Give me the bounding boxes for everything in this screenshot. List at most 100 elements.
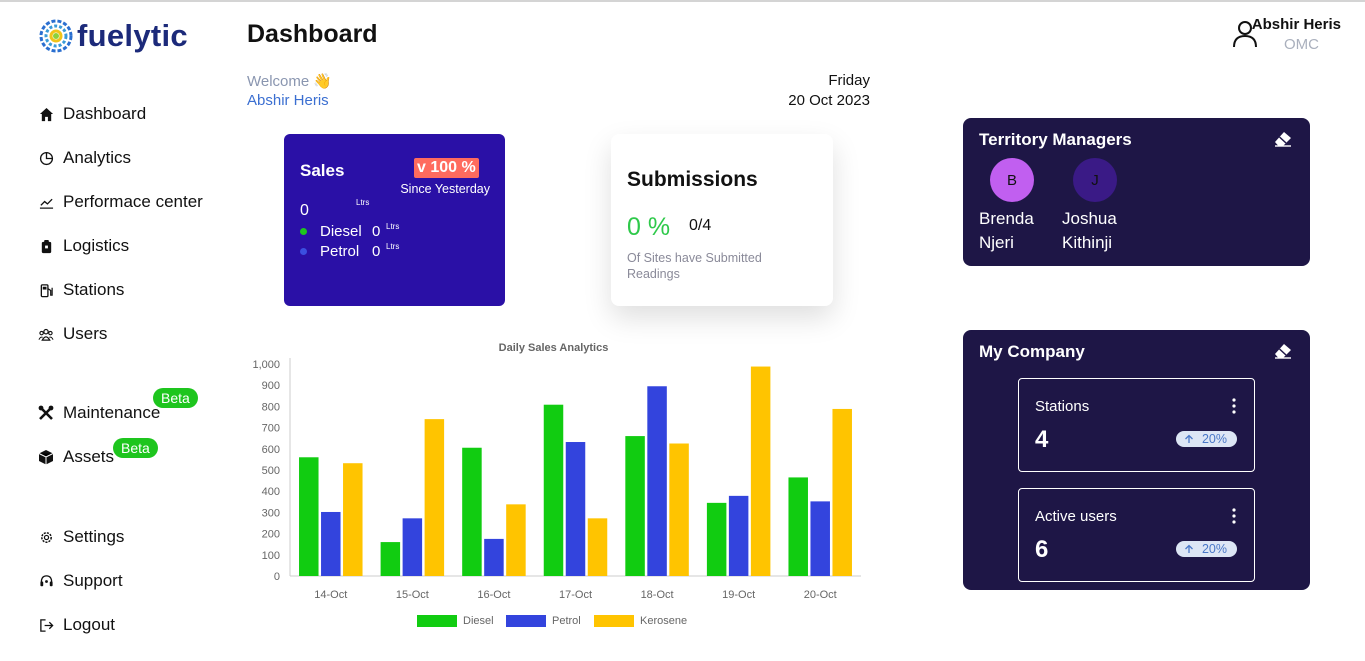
bar-petrol (810, 501, 830, 576)
stat-card-stations[interactable]: Stations 4 20% (1018, 378, 1255, 472)
sidebar-item-label: Logistics (63, 236, 130, 255)
fuel-label: Petrol (320, 243, 360, 260)
sidebar-item-support[interactable]: Support (38, 569, 123, 593)
fuel-unit: Ltrs (386, 222, 400, 231)
trend-value: 20% (1201, 542, 1227, 556)
more-vertical-icon[interactable] (1231, 397, 1237, 415)
current-date: 20 Oct 2023 (788, 92, 870, 109)
legend-swatch (506, 615, 546, 627)
bar-petrol (402, 518, 423, 576)
sidebar-item-dashboard[interactable]: Dashboard (38, 102, 146, 126)
page-title: Dashboard (247, 20, 378, 48)
trend-value: 20% (1201, 432, 1227, 446)
manager-first-name: Joshua (1062, 209, 1117, 228)
x-tick-label: 14-Oct (314, 589, 347, 601)
eraser-icon[interactable] (1274, 131, 1292, 147)
fuel-pump-icon (38, 282, 54, 298)
user-name: Abshir Heris (1251, 16, 1341, 33)
bar-kerosene (424, 419, 445, 576)
bar-kerosene (506, 504, 526, 576)
stat-value: 6 (1035, 536, 1049, 563)
headset-icon (38, 573, 54, 589)
bar-diesel (706, 502, 727, 576)
submissions-description: Of Sites have Submitted Readings (627, 251, 762, 281)
x-tick-label: 17-Oct (559, 589, 592, 601)
fuel-value: 0 (372, 243, 381, 260)
bar-diesel (788, 477, 808, 576)
manager-last-name: Njeri (979, 233, 1014, 252)
avatar: B (990, 158, 1034, 202)
sidebar-item-logistics[interactable]: Logistics (38, 234, 129, 258)
current-day: Friday (828, 72, 870, 89)
avatar: J (1073, 158, 1117, 202)
y-tick-label: 800 (262, 401, 280, 413)
sidebar-item-users[interactable]: Users (38, 322, 107, 346)
beta-badge: Beta (153, 388, 198, 408)
panel-title: My Company (979, 342, 1085, 361)
sidebar-item-logout[interactable]: Logout (38, 613, 115, 637)
sales-total-value: 0 (300, 202, 309, 219)
sidebar-item-label: Logout (63, 615, 115, 634)
pie-chart-icon (38, 150, 54, 166)
legend-label: Diesel (463, 615, 494, 627)
submissions-count: 0/4 (689, 217, 712, 234)
y-tick-label: 700 (262, 423, 280, 435)
legend-label: Kerosene (640, 615, 687, 627)
sales-row-diesel: Diesel (300, 223, 362, 240)
bar-diesel (380, 542, 401, 576)
submissions-percent: 0 % (627, 213, 671, 241)
fuel-unit: Ltrs (386, 242, 400, 251)
eraser-icon[interactable] (1274, 343, 1292, 359)
territory-manager[interactable]: B Brenda Njeri (979, 158, 1049, 255)
sidebar-item-label: Dashboard (63, 104, 147, 123)
x-tick-label: 18-Oct (641, 589, 674, 601)
petrol-dot-icon (300, 248, 307, 255)
users-icon (38, 326, 54, 342)
trend-line-icon (38, 194, 54, 210)
y-tick-label: 600 (262, 444, 280, 456)
sidebar-item-maintenance[interactable]: Maintenance (38, 401, 160, 425)
sidebar-item-assets[interactable]: Assets (38, 445, 114, 469)
territory-manager[interactable]: J Joshua Kithinji (1062, 158, 1132, 255)
sales-title: Sales (300, 161, 345, 180)
logout-icon (38, 617, 54, 633)
gear-icon (38, 529, 54, 545)
top-border (0, 0, 1365, 2)
y-tick-label: 500 (262, 465, 280, 477)
logo-mark-icon (39, 19, 73, 53)
trend-badge: 20% (1175, 541, 1237, 557)
stat-label: Stations (1035, 398, 1090, 415)
fuel-value: 0 (372, 223, 381, 240)
sidebar-item-label: Performace center (63, 192, 203, 211)
bar-petrol (321, 511, 341, 576)
y-tick-label: 1,000 (252, 359, 280, 371)
fuel-label: Diesel (320, 223, 362, 240)
bar-kerosene (343, 463, 363, 576)
x-tick-label: 19-Oct (722, 589, 755, 601)
welcome-text: Welcome 👋 (247, 73, 333, 90)
legend-swatch (594, 615, 634, 627)
legend-label: Petrol (552, 615, 581, 627)
daily-sales-chart: Daily Sales Analytics 0 100 200 300 400 500 600… (252, 342, 861, 627)
stat-card-active-users[interactable]: Active users 6 20% (1018, 488, 1255, 582)
brand-logo[interactable]: fuelytic (38, 16, 188, 56)
y-tick-label: 0 (274, 571, 280, 583)
bar-diesel (299, 457, 319, 576)
sales-total-unit: Ltrs (356, 198, 370, 207)
panel-title: Territory Managers (979, 130, 1132, 149)
sidebar-item-label: Maintenance (63, 403, 161, 422)
trend-badge: 20% (1175, 431, 1237, 447)
clipboard-icon (38, 238, 54, 254)
stat-label: Active users (1035, 508, 1117, 525)
submissions-card[interactable]: Submissions 0 % 0/4 Of Sites have Submit… (611, 134, 833, 306)
more-vertical-icon[interactable] (1231, 507, 1237, 525)
sidebar-item-performance-center[interactable]: Performace center (38, 190, 203, 214)
sidebar-item-settings[interactable]: Settings (38, 525, 124, 549)
y-tick-label: 300 (262, 507, 280, 519)
sales-card[interactable]: Sales v 100 % Since Yesterday 0 Ltrs Die… (284, 134, 505, 306)
legend-swatch (417, 615, 457, 627)
user-role: OMC (1284, 36, 1319, 53)
bar-diesel (462, 447, 482, 576)
sidebar-item-analytics[interactable]: Analytics (38, 146, 131, 170)
sidebar-item-stations[interactable]: Stations (38, 278, 124, 302)
